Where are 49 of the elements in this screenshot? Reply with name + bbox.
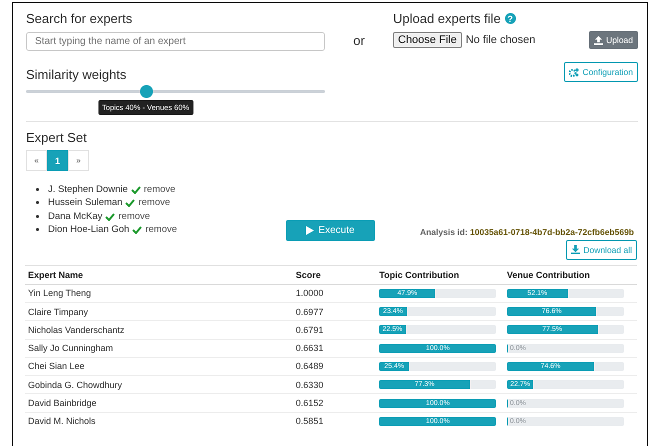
score: 0.6152 <box>296 398 324 408</box>
expert-name: J. Stephen Downie <box>48 183 128 196</box>
column-header: Score <box>296 270 321 280</box>
score: 1.0000 <box>296 288 324 298</box>
upload-icon <box>594 36 604 44</box>
score: 0.5851 <box>296 416 324 426</box>
expert-name: David M. Nichols <box>28 416 96 426</box>
page-link[interactable]: » <box>68 150 89 171</box>
check-icon <box>130 186 141 194</box>
column-header: Expert Name <box>28 270 84 280</box>
score: 0.6330 <box>296 380 324 390</box>
score: 0.6631 <box>296 343 324 354</box>
gears-icon <box>569 68 580 76</box>
search-field[interactable]: Start typing the name of an expert <box>26 32 325 51</box>
check-icon <box>125 199 136 208</box>
upload-button[interactable]: Upload <box>589 31 638 49</box>
score: 0.6977 <box>296 306 324 317</box>
field-label: Upload experts file <box>393 11 501 26</box>
field-label: Search for experts <box>26 11 132 26</box>
remove-link[interactable]: remove <box>138 196 170 210</box>
check-icon <box>105 212 116 221</box>
expert-name: Gobinda G. Chowdhury <box>28 380 122 390</box>
download-icon <box>571 245 580 254</box>
column-header: Venue Contribution <box>506 270 590 280</box>
slider-thumb[interactable] <box>140 85 153 98</box>
expert-name: Dana McKay <box>48 210 102 224</box>
remove-link[interactable]: remove <box>144 183 176 196</box>
section-title: Expert Set <box>26 130 87 145</box>
expert-name: Sally Jo Cunningham <box>28 343 114 354</box>
play-icon <box>306 226 314 235</box>
analysis-id: Analysis id: 10035a61-0718-4b7d-bb2a-72cfb6eb569b <box>420 226 634 237</box>
score: 0.6791 <box>296 324 324 335</box>
score: 0.6489 <box>296 361 324 372</box>
remove-link[interactable]: remove <box>145 223 178 237</box>
page-link[interactable]: « <box>26 150 47 171</box>
remove-link[interactable]: remove <box>118 210 150 224</box>
choose-file-button[interactable]: Choose File <box>393 32 462 48</box>
or-label: or <box>352 32 366 48</box>
expert-name: Claire Timpany <box>28 306 88 317</box>
expert-name: Dion Hoe-Lian Goh <box>48 223 130 237</box>
check-icon <box>132 226 142 234</box>
file-status: No file chosen <box>466 34 536 46</box>
expert-name: Hussein Suleman <box>48 196 122 210</box>
section-title: Similarity weights <box>26 67 126 82</box>
column-header: Topic Contribution <box>379 270 460 280</box>
expert-name: Yin Leng Theng <box>28 288 92 298</box>
expert-name: David Bainbridge <box>28 398 97 408</box>
expert-name: Chei Sian Lee <box>28 361 85 372</box>
expert-name: Nicholas Vanderschantz <box>28 324 124 335</box>
